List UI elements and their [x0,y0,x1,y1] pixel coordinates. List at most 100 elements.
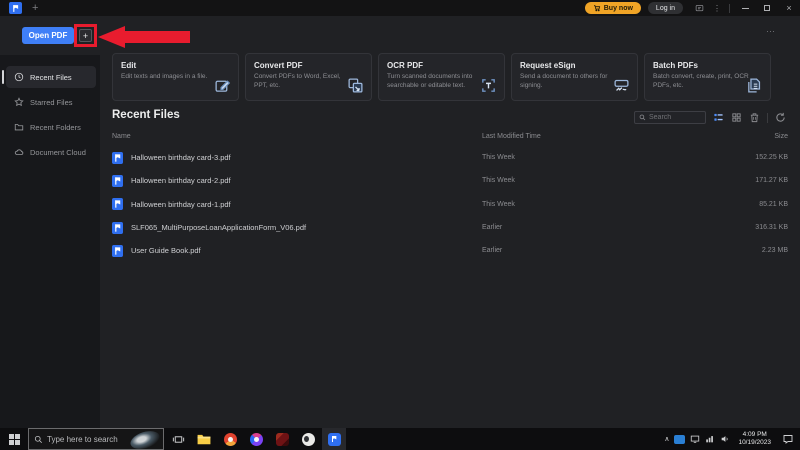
network-icon [706,436,714,443]
table-row[interactable]: Halloween birthday card-2.pdf This Week … [112,169,788,192]
trash-icon [750,113,759,123]
feedback-button[interactable] [695,4,704,13]
app-tab[interactable] [9,2,22,14]
task-view-button[interactable] [166,428,190,450]
convert-icon [348,78,363,93]
pdf-file-icon [112,244,123,257]
network-tray-button[interactable] [705,434,715,444]
toolbar-overflow-button[interactable]: ⋯ [766,26,776,37]
close-button[interactable]: × [778,0,800,16]
column-name[interactable]: Name [112,133,131,140]
file-modified: This Week [482,154,515,162]
table-row[interactable]: Halloween birthday card-3.pdf This Week … [112,146,788,169]
browser-2-button[interactable] [244,428,268,450]
display-tray-button[interactable] [690,434,700,444]
table-row[interactable]: User Guide Book.pdf Earlier 2.23 MB [112,239,788,262]
white-app-icon [301,432,315,446]
action-center-button[interactable] [782,433,794,445]
file-modified: Earlier [482,247,503,255]
start-button[interactable] [0,428,28,450]
buy-now-button[interactable]: Buy now [584,2,641,14]
file-modified: This Week [482,200,515,208]
sidebar-item-recent-files[interactable]: Recent Files [2,66,96,88]
file-explorer-button[interactable] [192,428,216,450]
app-white-button[interactable] [296,428,320,450]
maximize-button[interactable] [756,0,778,16]
minimize-icon [741,7,749,9]
minimize-button[interactable] [734,0,756,16]
file-size: 85.21 KB [759,200,788,208]
windows-taskbar: ∧ 4:09 PM 10/19/2023 [0,427,800,450]
pdf-file-icon [112,174,123,187]
cart-icon [593,5,600,12]
file-modified: Earlier [482,224,503,232]
file-list: Halloween birthday card-3.pdf This Week … [112,146,788,262]
pdf-file-icon [112,198,123,211]
list-view-button[interactable] [713,112,724,123]
delete-button[interactable] [749,112,760,123]
pdfelement-taskbar-button[interactable] [322,428,346,450]
card-desc: Edit texts and images in a file. [121,73,208,80]
buy-now-label: Buy now [603,4,633,12]
active-indicator [2,70,4,84]
card-edit[interactable]: Edit Edit texts and images in a file. [112,53,239,101]
grid-view-button[interactable] [731,112,742,123]
speaker-icon [722,436,729,442]
column-size[interactable]: Size [774,133,788,140]
grid-view-icon [732,113,741,122]
file-size: 316.31 KB [755,224,788,232]
sidebar: Recent Files Starred Files Recent Folder… [0,55,100,428]
pdfelement-logo-icon [13,4,19,12]
edit-icon [215,80,231,92]
open-pdf-button[interactable]: Open PDF [22,27,74,44]
file-size: 2.23 MB [761,247,788,255]
recent-files-heading: Recent Files [112,109,180,121]
search-icon [639,114,646,121]
column-last-modified[interactable]: Last Modified Time [482,133,541,140]
log-in-label: Log in [655,4,675,12]
clock[interactable]: 4:09 PM 10/19/2023 [738,431,771,447]
app-red-button[interactable] [270,428,294,450]
log-in-button[interactable]: Log in [647,2,683,14]
more-menu-button[interactable]: ⋮ [713,4,721,13]
card-request-esign[interactable]: Request eSign Send a document to others … [511,53,638,101]
tray-expand-button[interactable]: ∧ [664,435,669,443]
sidebar-item-starred-files[interactable]: Starred Files [6,91,96,113]
tray-blue-app-icon[interactable] [674,434,686,444]
card-desc: Convert PDFs to Word, Excel, PPT, etc. [254,73,341,89]
tray-date: 10/19/2023 [738,439,771,446]
annotation-highlight-box [74,24,97,47]
screen: + Buy now Log in ⋮ × Open PDF + ⋯ Recent… [0,0,800,450]
list-toolbar [634,111,786,124]
refresh-button[interactable] [775,112,786,123]
table-row[interactable]: SLF065_MultiPurposeLoanApplicationForm_V… [112,216,788,239]
annotation-arrow-shaft [124,31,190,43]
feedback-icon [695,4,704,11]
table-row[interactable]: Halloween birthday card-1.pdf This Week … [112,193,788,216]
star-icon [14,97,24,107]
refresh-icon [776,112,785,122]
file-name: Halloween birthday card-3.pdf [131,153,231,163]
new-tab-button[interactable]: + [32,3,38,14]
sidebar-item-document-cloud[interactable]: Document Cloud [6,141,96,163]
toolbar-separator [767,112,768,123]
card-title: Batch PDFs [653,61,698,70]
restore-icon [764,5,770,11]
browser-1-button[interactable] [218,428,242,450]
taskbar-search-box[interactable] [28,427,164,450]
sidebar-item-recent-folders[interactable]: Recent Folders [6,116,96,138]
card-title: Request eSign [520,61,576,70]
titlebar-separator [729,3,730,13]
card-batch-pdfs[interactable]: Batch PDFs Batch convert, create, print,… [644,53,771,101]
search-input[interactable] [649,114,701,121]
file-name: Halloween birthday card-1.pdf [131,199,231,209]
volume-tray-button[interactable] [720,434,730,444]
search-highlight-image [128,427,162,450]
card-ocr-pdf[interactable]: OCR PDF Turn scanned documents into sear… [378,53,505,101]
card-title: Convert PDF [254,61,303,70]
search-box[interactable] [634,111,706,124]
card-convert-pdf[interactable]: Convert PDF Convert PDFs to Word, Excel,… [245,53,372,101]
system-tray: ∧ 4:09 PM 10/19/2023 [664,431,800,447]
card-desc: Send a document to others for signing. [520,73,608,89]
file-name: SLF065_MultiPurposeLoanApplicationForm_V… [131,223,307,233]
